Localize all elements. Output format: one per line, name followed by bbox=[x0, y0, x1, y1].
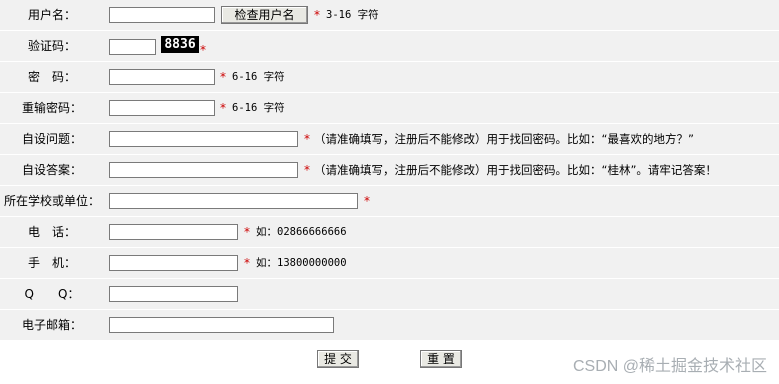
confirm-password-hint: 6-16 字符 bbox=[232, 102, 285, 114]
required-mark: * bbox=[304, 132, 310, 146]
row-security-question: 自设问题： * （请准确填写，注册后不能修改）用于找回密码。比如：“最喜欢的地方… bbox=[0, 124, 779, 155]
username-input[interactable] bbox=[109, 7, 215, 23]
security-answer-input[interactable] bbox=[109, 162, 298, 178]
required-mark: * bbox=[244, 256, 250, 270]
watermark-text: CSDN @稀土掘金技术社区 bbox=[572, 358, 767, 375]
qq-label: Q Q： bbox=[24, 287, 80, 301]
confirm-password-label: 重输密码： bbox=[21, 101, 82, 115]
security-answer-label: 自设答案： bbox=[21, 163, 82, 177]
email-label: 电子邮箱： bbox=[21, 318, 82, 332]
row-mobile: 手 机： * 如：13800000000 bbox=[0, 248, 779, 279]
mobile-hint: 如：13800000000 bbox=[256, 257, 347, 269]
username-hint: 3-16 字符 bbox=[326, 9, 379, 21]
required-mark: * bbox=[220, 70, 226, 84]
row-password: 密 码： * 6-16 字符 bbox=[0, 62, 779, 93]
captcha-input[interactable] bbox=[109, 39, 156, 55]
mobile-label: 手 机： bbox=[27, 256, 76, 270]
check-username-button[interactable]: 检查用户名 bbox=[221, 6, 308, 24]
school-label: 所在学校或单位： bbox=[4, 194, 101, 208]
phone-input[interactable] bbox=[109, 224, 238, 240]
qq-input[interactable] bbox=[109, 286, 238, 302]
confirm-password-input[interactable] bbox=[109, 100, 215, 116]
row-qq: Q Q： bbox=[0, 279, 779, 310]
required-mark: * bbox=[220, 101, 226, 115]
password-hint: 6-16 字符 bbox=[232, 71, 285, 83]
phone-hint: 如：02866666666 bbox=[256, 226, 347, 238]
password-label: 密 码： bbox=[27, 70, 76, 84]
row-confirm-password: 重输密码： * 6-16 字符 bbox=[0, 93, 779, 124]
captcha-image[interactable]: 8836 bbox=[161, 36, 199, 53]
row-captcha: 验证码： * bbox=[0, 31, 779, 62]
row-username: 用户名： 检查用户名 * 3-16 字符 bbox=[0, 0, 779, 31]
captcha-label: 验证码： bbox=[27, 39, 76, 53]
username-label: 用户名： bbox=[27, 8, 76, 22]
row-email: 电子邮箱： bbox=[0, 310, 779, 341]
security-question-hint: （请准确填写，注册后不能修改）用于找回密码。比如：“最喜欢的地方？” bbox=[314, 132, 694, 146]
security-question-label: 自设问题： bbox=[21, 132, 82, 146]
required-mark: * bbox=[200, 43, 206, 57]
school-input[interactable] bbox=[109, 193, 358, 209]
security-question-input[interactable] bbox=[109, 131, 298, 147]
submit-button[interactable]: 提 交 bbox=[317, 350, 359, 368]
required-mark: * bbox=[314, 8, 320, 22]
required-mark: * bbox=[244, 225, 250, 239]
row-security-answer: 自设答案： * （请准确填写，注册后不能修改）用于找回密码。比如：“桂林”。请牢… bbox=[0, 155, 779, 186]
phone-label: 电 话： bbox=[27, 225, 76, 239]
registration-form: 用户名： 检查用户名 * 3-16 字符 验证码： * 8836 密 码： * … bbox=[0, 0, 779, 384]
required-mark: * bbox=[304, 163, 310, 177]
reset-button[interactable]: 重 置 bbox=[420, 350, 462, 368]
email-input[interactable] bbox=[109, 317, 334, 333]
row-phone: 电 话： * 如：02866666666 bbox=[0, 217, 779, 248]
mobile-input[interactable] bbox=[109, 255, 238, 271]
security-answer-hint: （请准确填写，注册后不能修改）用于找回密码。比如：“桂林”。请牢记答案！ bbox=[314, 163, 717, 177]
password-input[interactable] bbox=[109, 69, 215, 85]
required-mark: * bbox=[364, 194, 370, 208]
row-school: 所在学校或单位： * bbox=[0, 186, 779, 217]
